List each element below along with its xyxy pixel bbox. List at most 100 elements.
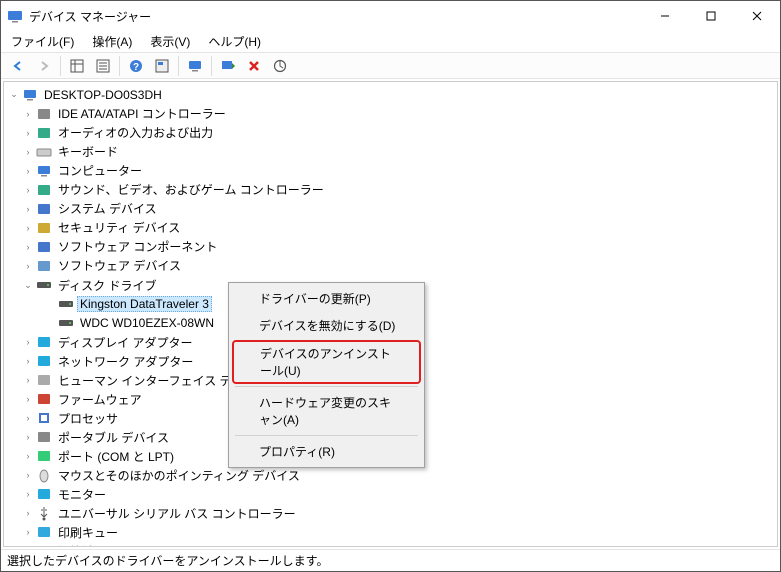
chevron-down-icon[interactable]: ⌄ <box>22 280 34 291</box>
chevron-right-icon[interactable]: › <box>22 432 34 442</box>
sound-icon <box>36 182 52 198</box>
tree-item-label: サウンド、ビデオ、およびゲーム コントローラー <box>55 180 327 199</box>
context-menu-item[interactable]: プロパティ(R) <box>231 438 422 465</box>
computer-icon <box>22 87 38 103</box>
toolbar-help-button[interactable]: ? <box>124 55 148 77</box>
chevron-right-icon[interactable]: › <box>22 166 34 176</box>
chevron-right-icon[interactable]: › <box>22 242 34 252</box>
tree-item[interactable]: › IDE ATA/ATAPI コントローラー <box>4 105 777 123</box>
tree-item-label: ポート (COM と LPT) <box>55 447 177 466</box>
tree-item[interactable]: › マウスとそのほかのポインティング デバイス <box>4 466 777 484</box>
tree-item[interactable]: ›キーボード <box>4 143 777 161</box>
toolbar-list-button[interactable] <box>91 55 115 77</box>
tree-item[interactable]: ›ソフトウェア デバイス <box>4 257 777 275</box>
chevron-right-icon[interactable]: › <box>22 223 34 233</box>
tree-item-label: オーディオの入力および出力 <box>55 123 216 142</box>
close-button[interactable] <box>734 1 780 31</box>
audio-icon <box>36 125 52 141</box>
context-menu-item[interactable]: ハードウェア変更のスキャン(A) <box>231 389 422 433</box>
chevron-right-icon[interactable]: › <box>22 356 34 366</box>
chevron-down-icon[interactable]: ⌄ <box>8 89 20 100</box>
tree-item-label: マウスとそのほかのポインティング デバイス <box>55 466 303 485</box>
chevron-right-icon[interactable]: › <box>22 375 34 385</box>
chevron-right-icon[interactable]: › <box>22 261 34 271</box>
disk-icon <box>58 296 74 312</box>
tree-item-label: ソフトウェア コンポーネント <box>55 237 220 256</box>
toolbar-scan-button[interactable] <box>268 55 292 77</box>
toolbar-update-button[interactable] <box>216 55 240 77</box>
tree-item[interactable]: ›ユニバーサル シリアル バス コントローラー <box>4 504 777 522</box>
tree-item-label: ファームウェア <box>55 390 145 409</box>
tree-item[interactable]: ›コンピューター <box>4 162 777 180</box>
hid-icon <box>36 372 52 388</box>
context-menu-separator <box>235 435 418 436</box>
chevron-right-icon[interactable]: › <box>22 128 34 138</box>
window-buttons <box>642 1 780 31</box>
context-menu-item[interactable]: ドライバーの更新(P) <box>231 285 422 312</box>
maximize-button[interactable] <box>688 1 734 31</box>
port-icon <box>36 448 52 464</box>
tree-item[interactable]: › サウンド、ビデオ、およびゲーム コントローラー <box>4 181 777 199</box>
title-bar: デバイス マネージャー <box>1 1 780 31</box>
tree-item-label: ポータブル デバイス <box>55 428 172 447</box>
menu-help[interactable]: ヘルプ(H) <box>204 31 265 52</box>
tree-item-label: ディスプレイ アダプター <box>55 333 196 352</box>
tree-item[interactable]: ›記憶域コントローラー <box>4 542 777 547</box>
chevron-right-icon[interactable]: › <box>22 413 34 423</box>
status-text: 選択したデバイスのドライバーをアンインストールします。 <box>7 552 328 569</box>
system-icon <box>36 201 52 217</box>
tree-item[interactable]: ⌄ DESKTOP-DO0S3DH <box>4 86 777 104</box>
tree-item-label: IDE ATA/ATAPI コントローラー <box>55 104 229 123</box>
disk-icon <box>36 277 52 293</box>
tree-item-label: セキュリティ デバイス <box>55 218 183 237</box>
menu-view[interactable]: 表示(V) <box>146 31 194 52</box>
tree-item-label: Kingston DataTraveler 3 <box>77 296 212 312</box>
tree-item-label: システム デバイス <box>55 199 160 218</box>
menu-action[interactable]: 操作(A) <box>88 31 136 52</box>
chevron-right-icon[interactable]: › <box>22 489 34 499</box>
display-icon <box>36 334 52 350</box>
chevron-right-icon[interactable]: › <box>22 185 34 195</box>
window-title: デバイス マネージャー <box>29 8 642 25</box>
tree-item[interactable]: › 印刷キュー <box>4 523 777 541</box>
toolbar-delete-button[interactable] <box>242 55 266 77</box>
chevron-right-icon[interactable]: › <box>22 527 34 537</box>
tree-item-label: DESKTOP-DO0S3DH <box>41 87 165 103</box>
toolbar: ? <box>1 53 780 79</box>
status-bar: 選択したデバイスのドライバーをアンインストールします。 <box>1 549 780 571</box>
softdev-icon <box>36 258 52 274</box>
chevron-right-icon[interactable]: › <box>22 109 34 119</box>
chevron-right-icon[interactable]: › <box>22 451 34 461</box>
toolbar-forward-button[interactable] <box>32 55 56 77</box>
cpu-icon <box>36 410 52 426</box>
chevron-right-icon[interactable]: › <box>22 147 34 157</box>
toolbar-detail-button[interactable] <box>65 55 89 77</box>
firmware-icon <box>36 391 52 407</box>
chevron-right-icon[interactable]: › <box>22 546 34 547</box>
context-menu: ドライバーの更新(P)デバイスを無効にする(D)デバイスのアンインストール(U)… <box>228 282 425 468</box>
chevron-right-icon[interactable]: › <box>22 470 34 480</box>
tree-item-label: 印刷キュー <box>55 523 121 542</box>
tree-item[interactable]: › セキュリティ デバイス <box>4 219 777 237</box>
chevron-right-icon[interactable]: › <box>22 204 34 214</box>
toolbar-monitor-button[interactable] <box>183 55 207 77</box>
tree-item[interactable]: ›モニター <box>4 485 777 503</box>
tree-item-label: プロセッサ <box>55 409 121 428</box>
tree-item[interactable]: › システム デバイス <box>4 200 777 218</box>
context-menu-item[interactable]: デバイスのアンインストール(U) <box>232 340 421 384</box>
toolbar-back-button[interactable] <box>6 55 30 77</box>
monitor-icon <box>36 486 52 502</box>
chevron-right-icon[interactable]: › <box>22 394 34 404</box>
tree-item-label: ディスク ドライブ <box>55 276 160 295</box>
tree-item[interactable]: › ソフトウェア コンポーネント <box>4 238 777 256</box>
portable-icon <box>36 429 52 445</box>
chevron-right-icon[interactable]: › <box>22 508 34 518</box>
tree-item-label: ネットワーク アダプター <box>55 352 196 371</box>
chevron-right-icon[interactable]: › <box>22 337 34 347</box>
tree-item[interactable]: › オーディオの入力および出力 <box>4 124 777 142</box>
toolbar-prop-button[interactable] <box>150 55 174 77</box>
menu-file[interactable]: ファイル(F) <box>7 31 78 52</box>
context-menu-item[interactable]: デバイスを無効にする(D) <box>231 312 422 339</box>
minimize-button[interactable] <box>642 1 688 31</box>
mouse-icon <box>36 467 52 483</box>
